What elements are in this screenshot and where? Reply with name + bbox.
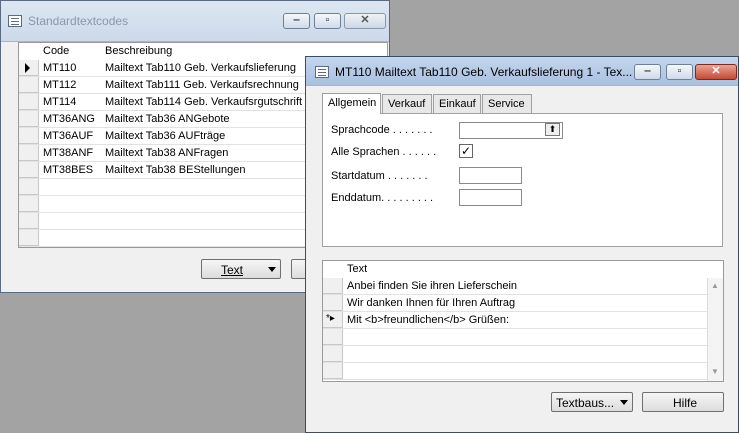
text-line-row[interactable] xyxy=(323,363,707,380)
checkmark-icon: ✓ xyxy=(460,144,472,158)
close-icon: ✕ xyxy=(360,14,370,26)
scroll-up-icon[interactable]: ▲ xyxy=(711,281,719,290)
minimize-button[interactable]: ‒ xyxy=(283,13,310,29)
textbaus-menu-button[interactable]: Textbaus... xyxy=(551,392,633,412)
vertical-scrollbar[interactable]: ▲ ▼ xyxy=(707,278,723,381)
tab-strip: Allgemein Verkauf Einkauf Service xyxy=(322,93,722,114)
new-row-marker-icon: *▸ xyxy=(326,313,335,324)
alle-sprachen-label: Alle Sprachen . . . . . . xyxy=(331,146,437,158)
chevron-down-icon xyxy=(620,400,628,405)
code-cell[interactable]: MT36AUF xyxy=(43,130,93,142)
tab-panel-allgemein: Sprachcode . . . . . . . ⬆ Alle Sprachen… xyxy=(322,113,723,247)
column-header-code[interactable]: Code xyxy=(43,45,69,57)
current-row-arrow-icon xyxy=(25,63,30,73)
sprachcode-label: Sprachcode . . . . . . . xyxy=(331,124,433,136)
text-button-label: Text xyxy=(221,263,244,277)
text-menu-button[interactable]: Text xyxy=(201,259,281,279)
description-cell[interactable]: Mailtext Tab114 Geb. Verkaufsrgutschrift xyxy=(105,96,305,108)
maximize-icon: ▫ xyxy=(325,14,330,26)
minimize-button[interactable]: ‒ xyxy=(634,64,661,80)
scroll-down-icon[interactable]: ▼ xyxy=(711,367,719,376)
row-selector[interactable] xyxy=(19,60,39,76)
front-window-titlebar[interactable]: MT110 Mailtext Tab110 Geb. Verkaufsliefe… xyxy=(306,57,738,86)
row-selector[interactable] xyxy=(19,213,39,229)
close-button[interactable]: ✕ xyxy=(695,64,737,80)
row-selector[interactable]: *▸ xyxy=(323,312,343,328)
arrow-up-icon: ⬆ xyxy=(548,124,557,134)
close-icon: ✕ xyxy=(711,65,721,77)
text-line-cell[interactable]: Mit <b>freundlichen</b> Grüßen: xyxy=(347,314,509,326)
code-cell[interactable]: MT110 xyxy=(43,62,76,74)
chevron-down-icon xyxy=(268,267,276,272)
row-selector[interactable] xyxy=(19,145,39,161)
tab-service[interactable]: Service xyxy=(482,94,532,113)
row-selector[interactable] xyxy=(19,230,39,246)
row-selector[interactable] xyxy=(19,179,39,195)
lookup-button[interactable]: ⬆ xyxy=(545,123,560,136)
minimize-icon: ‒ xyxy=(293,14,300,26)
code-cell[interactable]: MT38ANF xyxy=(43,147,93,159)
text-line-row[interactable] xyxy=(323,346,707,363)
text-line-row[interactable]: *▸ Mit <b>freundlichen</b> Grüßen: xyxy=(323,312,707,329)
row-selector[interactable] xyxy=(323,295,343,311)
code-cell[interactable]: MT38BES xyxy=(43,164,93,176)
row-selector[interactable] xyxy=(323,363,343,379)
column-header-description[interactable]: Beschreibung xyxy=(105,45,172,57)
row-selector[interactable] xyxy=(19,111,39,127)
startdatum-input[interactable] xyxy=(459,167,522,184)
text-line-row[interactable]: Wir danken Ihnen für Ihren Auftrag xyxy=(323,295,707,312)
text-lines-table: Text Anbei finden Sie ihren Lieferschein… xyxy=(322,260,724,382)
enddatum-input[interactable] xyxy=(459,189,522,206)
minimize-icon: ‒ xyxy=(644,65,651,77)
column-header-text[interactable]: Text xyxy=(347,263,367,275)
description-cell[interactable]: Mailtext Tab38 BEStellungen xyxy=(105,164,305,176)
back-window-titlebar[interactable]: Standardtextcodes ‒ ▫ ✕ xyxy=(1,1,389,42)
startdatum-label: Startdatum . . . . . . . xyxy=(331,170,428,182)
tab-verkauf[interactable]: Verkauf xyxy=(382,94,432,113)
hilfe-button[interactable]: Hilfe xyxy=(642,392,724,412)
maximize-button[interactable]: ▫ xyxy=(666,64,693,80)
description-cell[interactable]: Mailtext Tab111 Geb. Verkaufsrechnung xyxy=(105,79,305,91)
code-cell[interactable]: MT114 xyxy=(43,96,76,108)
row-selector[interactable] xyxy=(323,329,343,345)
row-selector[interactable] xyxy=(19,94,39,110)
description-cell[interactable]: Mailtext Tab38 ANFragen xyxy=(105,147,305,159)
back-window-title: Standardtextcodes xyxy=(28,14,129,28)
mailtext-window: MT110 Mailtext Tab110 Geb. Verkaufsliefe… xyxy=(305,56,739,433)
row-selector[interactable] xyxy=(323,278,343,294)
text-line-row[interactable]: Anbei finden Sie ihren Lieferschein xyxy=(323,278,707,295)
description-cell[interactable]: Mailtext Tab110 Geb. Verkaufslieferung xyxy=(105,62,305,74)
textbaus-button-label: Textbaus... xyxy=(556,396,615,410)
lines-header: Text xyxy=(323,261,723,278)
close-button[interactable]: ✕ xyxy=(344,13,386,29)
maximize-icon: ▫ xyxy=(677,65,682,77)
text-line-cell[interactable]: Wir danken Ihnen für Ihren Auftrag xyxy=(347,297,515,309)
window-icon xyxy=(8,15,22,27)
tab-einkauf[interactable]: Einkauf xyxy=(433,94,481,113)
text-line-cell[interactable]: Anbei finden Sie ihren Lieferschein xyxy=(347,280,517,292)
hilfe-button-label: Hilfe xyxy=(673,396,698,410)
row-selector[interactable] xyxy=(19,162,39,178)
alle-sprachen-checkbox[interactable]: ✓ xyxy=(459,144,473,158)
tab-allgemein[interactable]: Allgemein xyxy=(322,93,381,114)
enddatum-label: Enddatum. . . . . . . . . xyxy=(331,192,434,204)
row-selector[interactable] xyxy=(19,128,39,144)
row-selector[interactable] xyxy=(19,77,39,93)
window-icon xyxy=(315,66,329,78)
front-window-title: MT110 Mailtext Tab110 Geb. Verkaufsliefe… xyxy=(335,65,633,79)
code-cell[interactable]: MT36ANG xyxy=(43,113,95,125)
row-selector[interactable] xyxy=(323,346,343,362)
maximize-button[interactable]: ▫ xyxy=(314,13,341,29)
code-cell[interactable]: MT112 xyxy=(43,79,76,91)
text-line-row[interactable] xyxy=(323,329,707,346)
description-cell[interactable]: Mailtext Tab36 AUFträge xyxy=(105,130,305,142)
description-cell[interactable]: Mailtext Tab36 ANGebote xyxy=(105,113,305,125)
row-selector[interactable] xyxy=(19,196,39,212)
